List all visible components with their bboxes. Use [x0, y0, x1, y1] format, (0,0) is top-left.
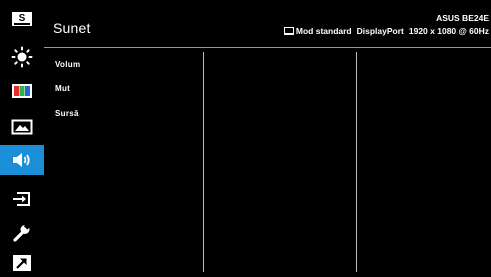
- sidebar-item-image[interactable]: [6, 116, 38, 138]
- svg-text:S: S: [19, 13, 26, 24]
- sidebar-item-shortcut[interactable]: [6, 252, 38, 274]
- brightness-icon: [11, 46, 33, 68]
- header: Sunet ASUS BE24E Mod standard DisplayPor…: [44, 0, 491, 46]
- status-bar: Mod standard DisplayPort 1920 x 1080 @ 6…: [283, 26, 489, 36]
- system-setup-icon: [13, 223, 31, 242]
- sidebar-item-input-select[interactable]: [6, 188, 38, 210]
- column-divider: [356, 52, 357, 272]
- model-name: ASUS BE24E: [436, 13, 489, 23]
- color-icon: [12, 84, 32, 98]
- splendid-icon: S: [12, 12, 32, 26]
- sidebar: S: [0, 0, 44, 277]
- sound-icon: [13, 153, 30, 167]
- image-icon: [11, 119, 33, 135]
- sidebar-item-sound[interactable]: [0, 145, 44, 175]
- sidebar-item-color[interactable]: [6, 80, 38, 102]
- sidebar-item-system-setup[interactable]: [6, 222, 38, 244]
- menu-item-mute[interactable]: Mut: [55, 84, 70, 93]
- page-title: Sunet: [53, 20, 91, 36]
- sidebar-item-splendid[interactable]: S: [6, 8, 38, 30]
- sidebar-item-brightness[interactable]: [6, 46, 38, 68]
- menu-item-source[interactable]: Sursă: [55, 109, 79, 118]
- input-select-icon: [13, 192, 30, 206]
- mode-label: Mod standard: [295, 26, 352, 36]
- menu-panel: Volum Mut Sursă: [44, 47, 491, 277]
- monitor-icon: [283, 27, 294, 35]
- menu-item-volume[interactable]: Volum: [55, 60, 80, 69]
- osd-menu: S Sunet ASUS BE24E Mod standard DisplayP…: [0, 0, 491, 277]
- shortcut-icon: [13, 255, 31, 271]
- resolution-label: 1920 x 1080 @ 60Hz: [408, 26, 489, 36]
- main-panel: Sunet ASUS BE24E Mod standard DisplayPor…: [44, 0, 491, 277]
- input-label: DisplayPort: [356, 26, 404, 36]
- column-divider: [203, 52, 204, 272]
